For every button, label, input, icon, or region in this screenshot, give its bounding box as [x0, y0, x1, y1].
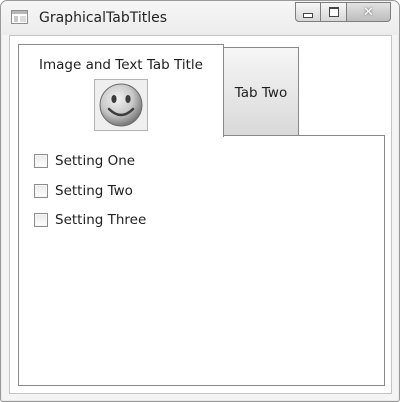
app-window: GraphicalTabTitles ✕ Image and Text Tab … — [0, 0, 400, 402]
tab-content-panel: Setting One Setting Two Setting Three — [18, 135, 385, 386]
smiley-face-icon — [99, 83, 143, 127]
client-area: Image and Text Tab Title Tab Two Setting… — [9, 35, 392, 394]
tab-image-and-text[interactable]: Image and Text Tab Title — [18, 44, 224, 137]
setting-one-label: Setting One — [55, 153, 136, 169]
caption-buttons: ✕ — [295, 2, 391, 22]
tab-one-image — [94, 79, 148, 131]
setting-three-label: Setting Three — [55, 212, 147, 228]
setting-three-checkbox[interactable] — [34, 213, 48, 227]
maximize-icon — [328, 7, 339, 17]
setting-one-option[interactable]: Setting One — [34, 152, 135, 170]
setting-two-label: Setting Two — [55, 183, 133, 199]
tab-one-label: Image and Text Tab Title — [39, 57, 203, 73]
window-title: GraphicalTabTitles — [39, 10, 167, 26]
close-button[interactable]: ✕ — [347, 2, 391, 22]
setting-two-checkbox[interactable] — [34, 184, 48, 198]
tab-two-label: Tab Two — [234, 85, 288, 101]
setting-two-option[interactable]: Setting Two — [34, 182, 133, 200]
minimize-button[interactable] — [295, 2, 321, 22]
close-icon: ✕ — [363, 4, 374, 20]
window-icon[interactable] — [11, 10, 28, 24]
minimize-icon — [303, 12, 313, 18]
setting-one-checkbox[interactable] — [34, 154, 48, 168]
title-bar[interactable]: GraphicalTabTitles ✕ — [1, 1, 399, 35]
tab-two[interactable]: Tab Two — [223, 47, 299, 135]
setting-three-option[interactable]: Setting Three — [34, 211, 146, 229]
maximize-button[interactable] — [321, 2, 347, 22]
